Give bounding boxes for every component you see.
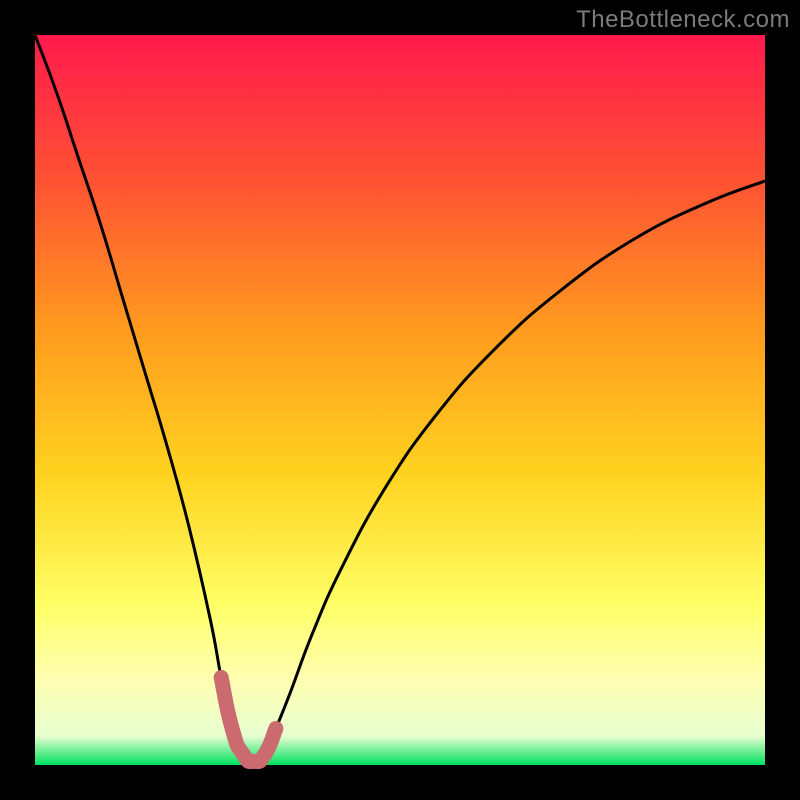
- watermark-text: TheBottleneck.com: [576, 6, 790, 34]
- trough-highlight: [221, 677, 276, 761]
- chart-frame: TheBottleneck.com: [0, 0, 800, 800]
- curve-layer: [35, 35, 765, 765]
- bottleneck-curve: [35, 35, 765, 761]
